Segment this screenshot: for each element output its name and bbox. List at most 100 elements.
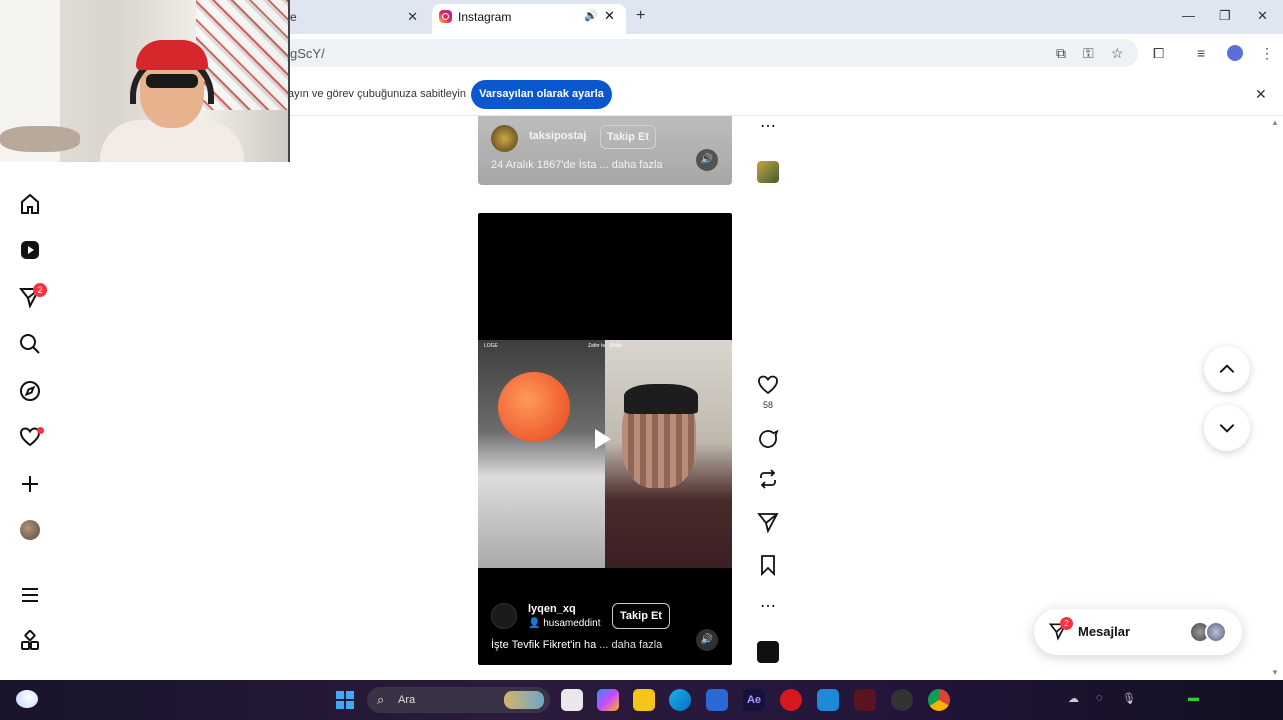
play-icon[interactable] xyxy=(595,429,611,449)
close-tab-icon[interactable]: ✕ xyxy=(407,9,418,25)
share-send-icon[interactable] xyxy=(756,510,780,534)
tab-instagram[interactable]: Instagram 🔊 ✕ xyxy=(432,4,626,34)
scroll-down-arrow[interactable]: ▼ xyxy=(1271,668,1279,677)
chevron-up-icon xyxy=(1219,364,1235,373)
previous-audio-thumb[interactable] xyxy=(757,161,779,183)
after-effects-icon[interactable]: Ae xyxy=(743,689,765,711)
sunglasses xyxy=(146,74,198,88)
onedrive-icon[interactable]: ☁ xyxy=(1068,692,1079,705)
store-icon[interactable] xyxy=(706,689,728,711)
battery-icon[interactable]: ▬ xyxy=(1188,692,1199,704)
taskbar-search[interactable]: ⌕ Ara xyxy=(367,687,550,713)
close-tab-icon[interactable]: ✕ xyxy=(604,8,615,24)
reels-icon[interactable] xyxy=(18,238,42,262)
search-magnifier-icon: ⌕ xyxy=(377,692,385,707)
copilot-icon[interactable] xyxy=(597,689,619,711)
reel-collaborator-name: husameddint xyxy=(543,618,601,629)
message-avatar xyxy=(1205,621,1227,643)
profile-avatar-icon[interactable] xyxy=(1227,45,1243,61)
close-infobar-icon[interactable]: ✕ xyxy=(1255,86,1267,103)
create-plus-icon[interactable] xyxy=(18,472,42,496)
close-window-icon[interactable]: ✕ xyxy=(1257,8,1268,24)
explore-icon[interactable] xyxy=(18,379,42,403)
windows-start-icon[interactable] xyxy=(336,691,354,709)
install-app-icon[interactable]: ⧉ xyxy=(1056,45,1066,62)
previous-reel-avatar[interactable] xyxy=(491,125,518,152)
profile-avatar[interactable] xyxy=(20,520,40,540)
restore-icon[interactable]: ❐ xyxy=(1219,8,1231,24)
set-default-button[interactable]: Varsayılan olarak ayarla xyxy=(471,80,612,109)
taskbar-search-label: Ara xyxy=(398,694,416,706)
tab-previous-title: e xyxy=(290,10,297,24)
webcam-overlay xyxy=(0,0,290,162)
minimize-icon[interactable]: — xyxy=(1182,8,1195,23)
notification-dot xyxy=(37,427,44,434)
edge-browser-icon[interactable] xyxy=(669,689,691,711)
previous-reel-more-link[interactable]: ... daha fazla xyxy=(600,159,663,171)
more-menu-icon[interactable]: ⋮ xyxy=(1260,45,1274,62)
audio-thumb[interactable] xyxy=(757,641,779,663)
more-options-icon[interactable]: ⋯ xyxy=(756,596,780,620)
follow-button[interactable]: Takip Et xyxy=(612,603,670,629)
speaker-icon[interactable]: 🔊 xyxy=(584,9,598,22)
network-icon[interactable]: ◌ xyxy=(1096,692,1103,704)
mute-toggle-icon[interactable]: 🔊 xyxy=(696,149,718,171)
scroll-up-arrow[interactable]: ▲ xyxy=(1271,118,1279,127)
vegas-icon[interactable] xyxy=(854,689,876,711)
caption-more-link[interactable]: ... daha fazla xyxy=(599,639,662,651)
reel-video[interactable]: LOGE Zafer te Bitiler xyxy=(478,340,732,568)
obs-icon[interactable] xyxy=(891,689,913,711)
search-icon[interactable] xyxy=(18,332,42,356)
next-reel-button[interactable] xyxy=(1204,405,1250,451)
calendar-app-icon[interactable] xyxy=(817,689,839,711)
black-hat xyxy=(624,384,698,414)
reel-collaborator[interactable]: 👤 husameddint xyxy=(528,618,601,629)
also-from-meta-icon[interactable] xyxy=(18,629,42,653)
peach-face-sticker xyxy=(498,372,570,442)
previous-reel-username[interactable]: taksipostaj xyxy=(529,130,586,142)
home-icon[interactable] xyxy=(18,192,42,216)
weather-icon[interactable] xyxy=(16,690,38,708)
more-options-icon[interactable]: ⋯ xyxy=(756,116,780,140)
messages-badge: 2 xyxy=(33,283,47,297)
messages-pill[interactable]: 2 Mesajlar xyxy=(1034,609,1242,655)
previous-reel-follow-button[interactable]: Takip Et xyxy=(600,125,656,149)
microphone-icon[interactable]: 🎙 xyxy=(1122,692,1136,705)
repost-icon[interactable] xyxy=(756,467,780,491)
menu-hamburger-icon[interactable] xyxy=(18,583,42,607)
previous-reel-caption: 24 Aralık 1867'de İsta ... daha fazla xyxy=(491,159,663,171)
bookmark-star-icon[interactable]: ☆ xyxy=(1111,45,1124,62)
previous-reel-card[interactable]: taksipostaj Takip Et 24 Aralık 1867'de İ… xyxy=(478,116,732,185)
chrome-icon[interactable] xyxy=(928,689,950,711)
opera-icon[interactable] xyxy=(780,689,802,711)
mute-toggle-icon[interactable]: 🔊 xyxy=(696,629,718,651)
media-control-icon[interactable]: ≡ xyxy=(1197,45,1205,61)
reel-card[interactable]: LOGE Zafer te Bitiler lyqen_xq 👤 husamed… xyxy=(478,213,732,665)
password-key-icon[interactable]: ⚿ xyxy=(1083,45,1094,62)
new-tab-button[interactable]: + xyxy=(636,7,645,25)
address-input[interactable]: gScY/ xyxy=(282,39,1138,67)
instagram-favicon-icon xyxy=(439,10,452,23)
video-tag-mid: Zafer te xyxy=(588,343,606,349)
messages-pill-badge: 2 xyxy=(1060,617,1073,630)
reel-caption: İşte Tevfik Fikret'in ha ... daha fazla xyxy=(491,639,662,651)
task-view-icon[interactable] xyxy=(561,689,583,711)
like-heart-icon[interactable] xyxy=(756,373,780,397)
url-text: gScY/ xyxy=(290,46,325,61)
reel-username[interactable]: lyqen_xq xyxy=(528,603,576,615)
reel-caption-text: İşte Tevfik Fikret'in ha xyxy=(491,639,597,651)
webcam-cat xyxy=(0,126,80,152)
save-bookmark-icon[interactable] xyxy=(756,553,780,577)
extensions-icon[interactable]: ⧠ xyxy=(1153,45,1164,62)
tab-instagram-title: Instagram xyxy=(458,10,512,24)
comment-icon[interactable] xyxy=(756,427,780,451)
video-tag-right: Bitiler xyxy=(610,343,623,349)
tab-previous[interactable]: e ✕ xyxy=(280,4,428,30)
search-highlight-art xyxy=(504,691,544,709)
previous-reel-caption-text: 24 Aralık 1867'de İsta xyxy=(491,159,597,171)
windows-taskbar: ⌕ Ara Ae ☁ ◌ 🎙 ▬ xyxy=(0,680,1283,720)
reel-author-avatar[interactable] xyxy=(491,603,517,629)
previous-reel-button[interactable] xyxy=(1204,346,1250,392)
file-explorer-icon[interactable] xyxy=(633,689,655,711)
like-count[interactable]: 58 xyxy=(756,400,780,410)
